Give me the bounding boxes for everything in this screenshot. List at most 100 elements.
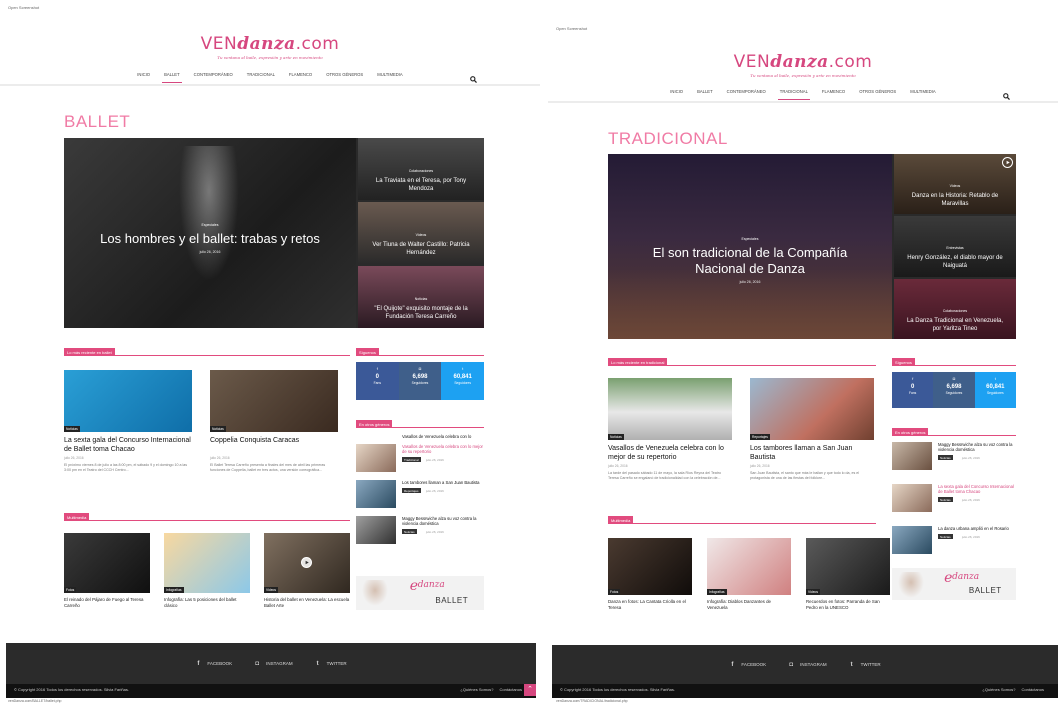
multimedia-title[interactable]: Danza en fotos: La Cantata Criolla en el… (608, 599, 692, 611)
search-icon[interactable] (470, 70, 477, 83)
multimedia-title[interactable]: Historia del ballet en Venezuela: La esc… (264, 597, 350, 609)
multimedia-thumbnail[interactable]: Infografías (707, 538, 791, 595)
article-thumbnail[interactable]: Noticias (210, 370, 338, 432)
nav-item-multimedia[interactable]: MULTIMEDIA (375, 70, 405, 79)
multimedia-card[interactable]: Infografías Infografía: Diablos Danzantes… (707, 538, 791, 618)
footer-twitter-link[interactable]: t TWITTER (315, 661, 347, 667)
other-genre-item[interactable]: La sexta gala del Concurso Internacional… (892, 484, 1016, 526)
category-badge[interactable]: Tradicional (402, 457, 421, 463)
other-genre-title[interactable]: Maggy Bessrwiche alza su voz contra la v… (938, 442, 1016, 453)
hero-main-tag[interactable]: Especiales (742, 237, 759, 241)
nav-item-multimedia[interactable]: MULTIMEDIA (908, 87, 938, 96)
other-genre-title[interactable]: Vasallos de Venezuela celebra con lo mej… (402, 444, 484, 455)
category-badge[interactable]: Infografías (164, 587, 184, 593)
hero-main-article[interactable]: Especiales Los hombres y el ballet: traba… (64, 138, 356, 328)
twitter-counter[interactable]: t 60,841 Seguidores (441, 362, 485, 400)
nav-item-ballet[interactable]: BALLET (695, 87, 715, 96)
category-badge[interactable]: Noticias (210, 426, 226, 432)
category-badge[interactable]: Fotos (64, 587, 77, 593)
search-icon[interactable] (1003, 87, 1010, 100)
article-title[interactable]: Coppelia Conquista Caracas (210, 437, 338, 446)
category-badge[interactable]: Reportajes (750, 434, 770, 440)
about-us-link[interactable]: ¿Quiénes Somos? (460, 687, 493, 692)
footer-instagram-link[interactable]: ◘ INSTAGRAM (788, 662, 826, 668)
other-genre-thumbnail[interactable] (892, 442, 932, 470)
contact-link[interactable]: Contáctanos (500, 687, 522, 692)
play-icon[interactable] (301, 557, 312, 568)
other-genre-item[interactable]: Los tambores llaman a San Juan Bautista R… (356, 480, 484, 516)
other-genre-item[interactable]: Vasallos de Venezuela celebra con lo (356, 434, 484, 444)
other-genre-item[interactable]: La danza urbana amplió en el Rosario Noti… (892, 526, 1016, 568)
recent-article-card[interactable]: Noticias La sexta gala del Concurso Inter… (64, 370, 192, 500)
hero-main-article[interactable]: Especiales El son tradicional de la Compa… (608, 154, 892, 339)
other-genre-title[interactable]: Los tambores llaman a San Juan Bautista (402, 480, 484, 485)
article-thumbnail[interactable]: Noticias (64, 370, 192, 432)
hero-side-tag[interactable]: Colaboraciones (943, 309, 967, 313)
hero-side-title[interactable]: La Traviata en el Teresa, por Tony Mendo… (366, 177, 476, 193)
multimedia-title[interactable]: El reinado del Pájaro de Fuego al Teresa… (64, 597, 150, 609)
hero-side-tag[interactable]: Colaboraciones (409, 169, 433, 173)
category-badge[interactable]: Fotos (608, 589, 621, 595)
hero-side-article[interactable]: Colaboraciones La Traviata en el Teresa, … (358, 138, 484, 200)
danza-ballet-banner[interactable]: e danza BALLET (356, 576, 484, 610)
hero-side-title[interactable]: La Danza Tradicional en Venezuela, por Y… (902, 317, 1008, 333)
other-genre-title[interactable]: La sexta gala del Concurso Internacional… (938, 484, 1016, 495)
multimedia-thumbnail[interactable]: Videos (264, 533, 350, 593)
category-badge[interactable]: Noticias (938, 497, 953, 503)
category-badge[interactable]: Noticias (64, 426, 80, 432)
nav-item-tradicional[interactable]: TRADICIONAL (245, 70, 277, 79)
footer-facebook-link[interactable]: f FACEBOOK (195, 661, 232, 667)
multimedia-card[interactable]: Fotos El reinado del Pájaro de Fuego al T… (64, 533, 150, 613)
other-genre-item[interactable]: Maggy Bessrwiche alza su voz contra la v… (892, 442, 1016, 484)
hero-side-title[interactable]: Danza en la Historia: Retablo de Maravil… (902, 192, 1008, 208)
back-to-top-button[interactable]: ⌃ (524, 684, 536, 696)
nav-item-flamenco[interactable]: FLAMENCO (820, 87, 847, 96)
multimedia-thumbnail[interactable]: Fotos (64, 533, 150, 593)
multimedia-title[interactable]: Infografía: Diablos Danzantes de Venezue… (707, 599, 791, 611)
category-badge[interactable]: Noticias (938, 455, 953, 461)
other-genre-item[interactable]: Maggy Bessrwiche alza su voz contra la v… (356, 516, 484, 552)
hero-side-tag[interactable]: Videos (950, 184, 961, 188)
site-logo[interactable]: VENdanza.com Tu ventana al baile, expresi… (0, 34, 540, 60)
nav-item-contemporáneo[interactable]: CONTEMPORÁNEO (725, 87, 768, 96)
category-badge[interactable]: Videos (264, 587, 279, 593)
instagram-counter[interactable]: ◘ 6,698 Seguidores (398, 362, 442, 400)
nav-item-otros-géneros[interactable]: OTROS GÉNEROS (857, 87, 898, 96)
nav-item-ballet[interactable]: BALLET (162, 70, 182, 83)
other-genre-thumbnail[interactable] (892, 526, 932, 554)
multimedia-card[interactable]: Fotos Danza en fotos: La Cantata Criolla … (608, 538, 692, 618)
article-title[interactable]: La sexta gala del Concurso Internacional… (64, 437, 192, 454)
hero-side-title[interactable]: Ver Tiuna de Walter Castillo: Patricia H… (366, 241, 476, 257)
multimedia-thumbnail[interactable]: Infografías (164, 533, 250, 593)
multimedia-card[interactable]: Infografías Infografía: Las 5 posiciones … (164, 533, 250, 613)
category-badge[interactable]: Videos (806, 589, 821, 595)
footer-instagram-link[interactable]: ◘ INSTAGRAM (254, 661, 292, 667)
category-badge[interactable]: Noticias (608, 434, 624, 440)
hero-side-tag[interactable]: Noticias (415, 297, 427, 301)
multimedia-title[interactable]: Infografía: Las 5 posiciones del ballet … (164, 597, 250, 609)
multimedia-card[interactable]: Videos Recuerdos en fotos: Parranda de Sa… (806, 538, 890, 618)
category-badge[interactable]: Infografías (707, 589, 727, 595)
other-genre-thumbnail[interactable] (356, 480, 396, 508)
about-us-link[interactable]: ¿Quiénes Somos? (982, 687, 1015, 692)
category-badge[interactable]: Noticias (938, 534, 953, 540)
multimedia-thumbnail[interactable]: Fotos (608, 538, 692, 595)
article-title[interactable]: Vasallos de Venezuela celebra con lo mej… (608, 445, 732, 462)
article-thumbnail[interactable]: Noticias (608, 378, 732, 440)
contact-link[interactable]: Contáctanos (1022, 687, 1044, 692)
other-genre-thumbnail[interactable] (356, 444, 396, 472)
footer-twitter-link[interactable]: t TWITTER (849, 662, 881, 668)
nav-item-contemporáneo[interactable]: CONTEMPORÁNEO (192, 70, 235, 79)
hero-side-title[interactable]: "El Quijote" exquisito montaje de la Fun… (366, 305, 476, 321)
hero-main-tag[interactable]: Especiales (202, 223, 219, 227)
facebook-counter[interactable]: f 0 Fans (356, 362, 399, 400)
other-genre-title[interactable]: Vasallos de Venezuela celebra con lo (402, 434, 484, 439)
hero-side-article[interactable]: Videos Danza en la Historia: Retablo de M… (894, 154, 1016, 215)
hero-side-tag[interactable]: Videos (416, 233, 427, 237)
hero-side-article[interactable]: Entrevistas Henry González, el diablo may… (894, 216, 1016, 277)
recent-article-card[interactable]: Noticias Coppelia Conquista Caracas julio … (210, 370, 338, 500)
site-logo[interactable]: VENdanza.com Tu ventana al baile, expresi… (548, 52, 1058, 78)
other-genre-item[interactable]: Vasallos de Venezuela celebra con lo mej… (356, 444, 484, 480)
multimedia-title[interactable]: Recuerdos en fotos: Parranda de San Pedr… (806, 599, 890, 611)
twitter-counter[interactable]: t 60,841 Seguidores (974, 372, 1016, 408)
